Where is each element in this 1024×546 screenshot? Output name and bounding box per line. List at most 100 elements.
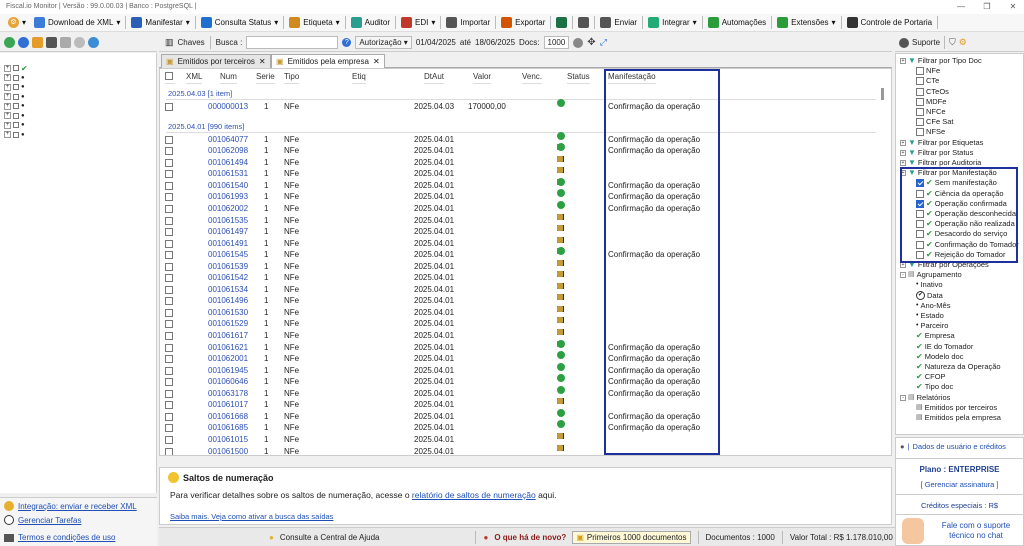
doc-number-link[interactable]: 001061530: [208, 307, 248, 319]
header-etiq[interactable]: Etiq: [352, 69, 366, 84]
filter-item[interactable]: ▤ Emitidos pela empresa: [916, 413, 1001, 423]
row-checkbox[interactable]: [165, 181, 173, 190]
doc-number-link[interactable]: 001061621: [208, 342, 248, 354]
row-checkbox[interactable]: [165, 102, 173, 111]
integrate-toolbar-button[interactable]: Integrar ▾: [644, 15, 701, 31]
settings-icon[interactable]: ⚙: [959, 37, 967, 48]
columns-icon[interactable]: ▥: [165, 37, 174, 48]
table-row[interactable]: 001061497 1 NFe 2025.04.01: [160, 225, 880, 238]
edi-toolbar-button[interactable]: EDI ▾: [397, 15, 439, 31]
dados-usuario-link[interactable]: Dados de usuário e créditos: [912, 442, 1005, 451]
filter-item[interactable]: ✔ Sem manifestação: [916, 178, 997, 188]
table-row[interactable]: 001061685 1 NFe 2025.04.01 Confirmação da op…: [160, 420, 880, 434]
doc-number-link[interactable]: 001061540: [208, 180, 248, 192]
list-icon[interactable]: [60, 37, 71, 48]
tree-checkbox[interactable]: [13, 74, 19, 81]
expand-icon[interactable]: -: [900, 394, 906, 401]
tree-node[interactable]: + ✔: [4, 63, 28, 73]
integracao-link[interactable]: Integração: enviar e receber XML: [18, 502, 137, 511]
doc-number-link[interactable]: 001061017: [208, 399, 248, 411]
filter-checkbox[interactable]: [916, 67, 924, 76]
header-serie[interactable]: Serie: [256, 69, 275, 84]
doc-number-link[interactable]: 001061534: [208, 284, 248, 296]
tree-checkbox[interactable]: [13, 84, 19, 90]
expand-icon[interactable]: +: [4, 131, 11, 138]
row-checkbox[interactable]: [165, 135, 173, 144]
printer-toolbar-button[interactable]: [574, 15, 593, 31]
table-row[interactable]: 001061017 1 NFe 2025.04.01: [160, 398, 880, 411]
help-center-link[interactable]: Consulte a Central de Ajuda: [280, 533, 380, 542]
group-header[interactable]: 2025.04.01 [990 items]: [160, 121, 880, 133]
filter-item[interactable]: ✔ CFOP: [916, 372, 946, 382]
filter-item[interactable]: + ▼ Filtrar por Status: [900, 148, 973, 158]
row-checkbox[interactable]: [165, 447, 173, 455]
automation-toolbar-button[interactable]: Automações: [704, 15, 770, 31]
tree-node[interactable]: + ●: [4, 82, 25, 92]
table-row[interactable]: 001061545 1 NFe 2025.04.01 Confirmação da op…: [160, 247, 880, 261]
expand-icon[interactable]: +: [900, 149, 906, 156]
tree-node[interactable]: + ●: [4, 111, 25, 121]
header-tipo[interactable]: Tipo: [284, 69, 300, 84]
row-checkbox[interactable]: [165, 366, 173, 375]
expand-icon[interactable]: +: [900, 170, 906, 177]
excel-toolbar-button[interactable]: [552, 15, 571, 31]
filter-checkbox[interactable]: [916, 77, 924, 86]
filter-item[interactable]: + ▼ Filtrar por Operações: [900, 260, 989, 270]
docs-input[interactable]: 1000: [543, 36, 570, 49]
doc-number-link[interactable]: 001064077: [208, 134, 248, 146]
search-input[interactable]: [246, 36, 339, 49]
filter-item[interactable]: + ▼ Filtrar por Manifestação: [900, 168, 997, 178]
close-tab-icon[interactable]: ✕: [259, 57, 266, 66]
doc-number-link[interactable]: 001061539: [208, 261, 248, 273]
table-row[interactable]: 001061491 1 NFe 2025.04.01: [160, 236, 880, 250]
filter-item[interactable]: ✔ Ciência da operação: [916, 189, 1004, 199]
tree-checkbox[interactable]: [13, 93, 19, 100]
table-row[interactable]: 001061621 1 NFe 2025.04.01 Confirmação da op…: [160, 339, 880, 354]
tree-checkbox[interactable]: [13, 122, 19, 128]
row-checkbox[interactable]: [165, 378, 173, 387]
filter-item[interactable]: CTe: [916, 76, 939, 86]
row-checkbox[interactable]: [165, 297, 173, 306]
row-checkbox[interactable]: [165, 435, 173, 444]
filter-item[interactable]: ✔ IE do Tomador: [916, 342, 973, 352]
header-status[interactable]: Status: [567, 69, 590, 84]
help-icon[interactable]: ?: [342, 38, 352, 47]
filter-item[interactable]: ✔ Operação desconhecida: [916, 209, 1016, 219]
filter-item[interactable]: ✔ Operação não realizada: [916, 219, 1015, 229]
row-checkbox[interactable]: [165, 170, 173, 179]
table-row[interactable]: 001061993 1 NFe 2025.04.01 Confirmação da op…: [160, 189, 880, 203]
row-checkbox[interactable]: [165, 228, 173, 237]
filter-checkbox-checked[interactable]: [916, 199, 924, 208]
filter-item[interactable]: NFe: [916, 66, 940, 76]
minimize-button[interactable]: —: [948, 0, 974, 14]
tree-checkbox[interactable]: [13, 131, 19, 138]
expand-icon[interactable]: +: [4, 83, 11, 91]
row-checkbox[interactable]: [165, 204, 173, 213]
expand-icon[interactable]: +: [900, 160, 906, 166]
doc-number-link[interactable]: 001062002: [208, 203, 248, 215]
status-toolbar-button[interactable]: Consulta Status ▾: [197, 15, 283, 31]
table-row[interactable]: 001061500 1 NFe 2025.04.01: [160, 444, 880, 455]
row-checkbox[interactable]: [165, 343, 173, 352]
doc-number-link[interactable]: 001061491: [208, 238, 248, 250]
doc-number-link[interactable]: 001061993: [208, 191, 248, 203]
header-dtaut[interactable]: DtAut: [424, 69, 445, 84]
filter-item[interactable]: • Ano-Mês: [916, 301, 950, 311]
expand-icon[interactable]: +: [4, 93, 11, 100]
tree-node[interactable]: + ●: [4, 120, 25, 130]
doc-number-link[interactable]: 001061535: [208, 215, 248, 227]
filter-checkbox[interactable]: [916, 108, 924, 116]
filter-item[interactable]: CFe Sat: [916, 117, 954, 127]
settings-menu-button[interactable]: ⚙ ▾: [4, 15, 30, 31]
tag-toolbar-button[interactable]: Etiqueta ▾: [285, 15, 343, 31]
gate-toolbar-button[interactable]: Controle de Portaria: [843, 15, 937, 31]
row-checkbox[interactable]: [165, 320, 173, 329]
tree-checkbox[interactable]: [13, 112, 19, 119]
table-row[interactable]: 001061945 1 NFe 2025.04.01 Confirmação da op…: [160, 362, 880, 377]
doc-number-link[interactable]: 001061496: [208, 295, 248, 307]
date-type-select[interactable]: Autorização ▾: [355, 36, 412, 49]
tree-node[interactable]: + ●: [4, 101, 25, 111]
doc-number-link[interactable]: 001061685: [208, 422, 248, 434]
filter-item[interactable]: ✔ Empresa: [916, 331, 955, 341]
row-checkbox[interactable]: [165, 274, 173, 283]
